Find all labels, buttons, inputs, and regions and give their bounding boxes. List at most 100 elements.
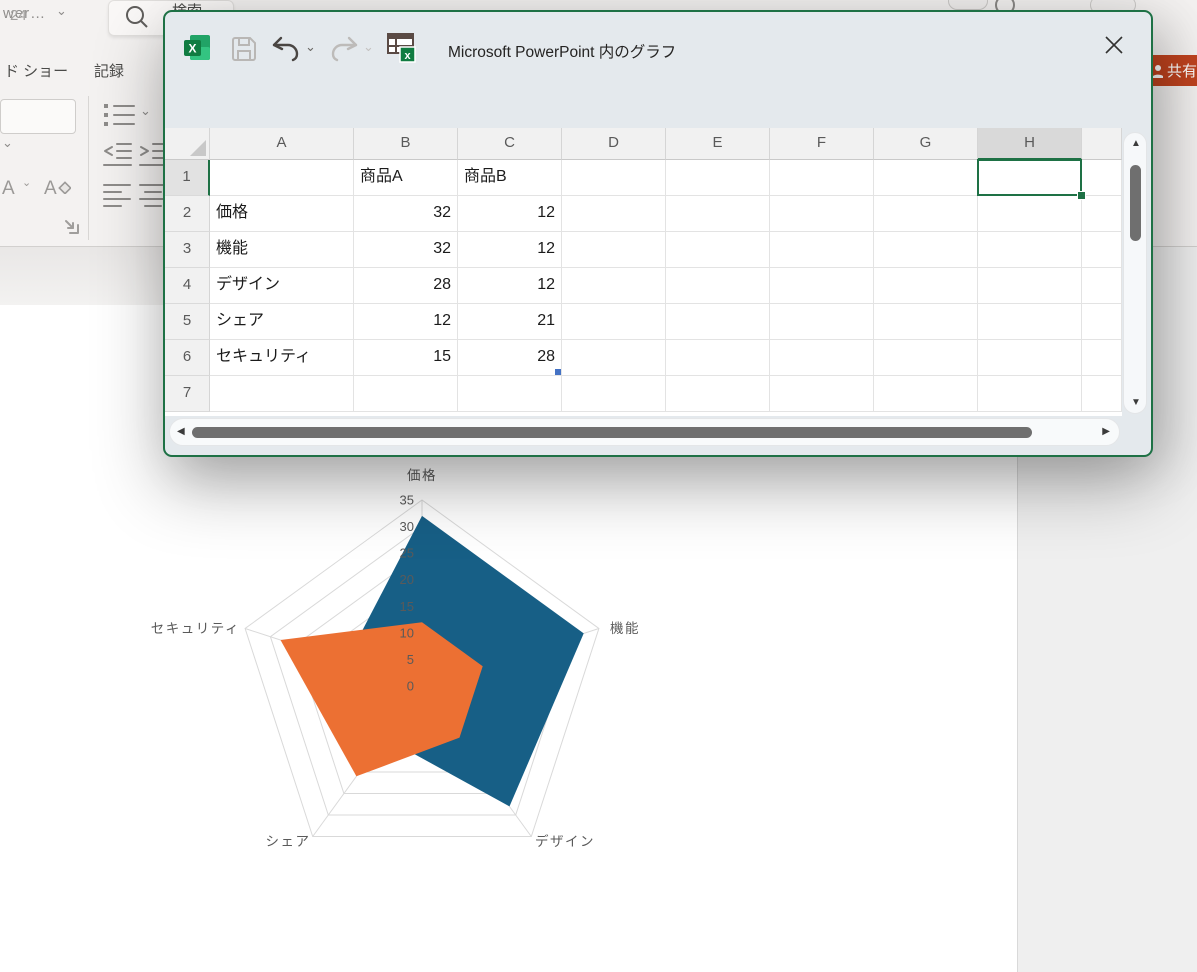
row-header-2[interactable]: 2 xyxy=(165,196,210,232)
cell-F3[interactable] xyxy=(770,232,874,268)
cell-D5[interactable] xyxy=(562,304,666,340)
cell-C5[interactable]: 21 xyxy=(458,304,562,340)
chevron-down-icon[interactable]: ⌄ xyxy=(140,106,151,116)
cell-H5[interactable] xyxy=(978,304,1082,340)
row-header-7[interactable]: 7 xyxy=(165,376,210,412)
cell-F5[interactable] xyxy=(770,304,874,340)
cell-G2[interactable] xyxy=(874,196,978,232)
tab-record[interactable]: 記録 xyxy=(94,60,124,81)
radar-chart[interactable]: 35302520151050価格機能デザインシェアセキュリティ xyxy=(140,450,660,880)
align-left-icon[interactable] xyxy=(103,183,133,207)
cell-A2[interactable]: 価格 xyxy=(210,196,354,232)
cell-A7[interactable] xyxy=(210,376,354,412)
column-header-C[interactable]: C xyxy=(458,128,562,160)
close-icon[interactable] xyxy=(1103,34,1125,56)
cell-E4[interactable] xyxy=(666,268,770,304)
cell-G4[interactable] xyxy=(874,268,978,304)
cell-B4[interactable]: 28 xyxy=(354,268,458,304)
decrease-indent-icon[interactable] xyxy=(103,141,133,167)
cell-F4[interactable] xyxy=(770,268,874,304)
tab-slideshow-fragment[interactable]: ド ショー xyxy=(4,60,68,81)
redo-icon[interactable] xyxy=(327,35,359,63)
scroll-left-arrow[interactable]: ◀ xyxy=(177,426,185,437)
cell-B2[interactable]: 32 xyxy=(354,196,458,232)
cell-D1[interactable] xyxy=(562,160,666,196)
change-case-button[interactable]: A xyxy=(2,178,15,200)
cell-D4[interactable] xyxy=(562,268,666,304)
column-header-H[interactable]: H xyxy=(978,128,1082,160)
cell-F1[interactable] xyxy=(770,160,874,196)
cell-A3[interactable]: 機能 xyxy=(210,232,354,268)
cell-D2[interactable] xyxy=(562,196,666,232)
selected-cell-outline[interactable] xyxy=(977,159,1082,196)
column-header-G[interactable]: G xyxy=(874,128,978,160)
undo-chevron-icon[interactable]: ⌄ xyxy=(305,42,316,52)
cell-C7[interactable] xyxy=(458,376,562,412)
dialog-launcher-icon[interactable] xyxy=(62,217,80,235)
cell-B5[interactable]: 12 xyxy=(354,304,458,340)
cell-B1[interactable]: 商品A xyxy=(354,160,458,196)
cell-E7[interactable] xyxy=(666,376,770,412)
cell-C4[interactable]: 12 xyxy=(458,268,562,304)
row-header-3[interactable]: 3 xyxy=(165,232,210,268)
cell-G7[interactable] xyxy=(874,376,978,412)
cell-H4[interactable] xyxy=(978,268,1082,304)
column-header-D[interactable]: D xyxy=(562,128,666,160)
cell-H2[interactable] xyxy=(978,196,1082,232)
clear-formatting-button[interactable]: A xyxy=(44,178,71,200)
column-header-F[interactable]: F xyxy=(770,128,874,160)
cell-D6[interactable] xyxy=(562,340,666,376)
scroll-up-arrow[interactable]: ▲ xyxy=(1131,138,1141,149)
cell-A1[interactable] xyxy=(210,160,354,196)
cell-C2[interactable]: 12 xyxy=(458,196,562,232)
cell-B7[interactable] xyxy=(354,376,458,412)
cell-E6[interactable] xyxy=(666,340,770,376)
cell-A5[interactable]: シェア xyxy=(210,304,354,340)
cell-E3[interactable] xyxy=(666,232,770,268)
scroll-right-arrow[interactable]: ▶ xyxy=(1102,426,1110,437)
font-size-combobox[interactable] xyxy=(0,99,76,134)
cell-C6[interactable]: 28 xyxy=(458,340,562,376)
cell-F2[interactable] xyxy=(770,196,874,232)
cell-G5[interactable] xyxy=(874,304,978,340)
select-all-corner[interactable] xyxy=(165,128,210,160)
undo-icon[interactable] xyxy=(271,35,303,63)
row-header-1[interactable]: 1 xyxy=(165,160,210,196)
column-header-B[interactable]: B xyxy=(354,128,458,160)
cell-F6[interactable] xyxy=(770,340,874,376)
cell-E2[interactable] xyxy=(666,196,770,232)
cell-E1[interactable] xyxy=(666,160,770,196)
chevron-down-icon[interactable]: ⌄ xyxy=(56,6,67,16)
column-header-E[interactable]: E xyxy=(666,128,770,160)
row-header-5[interactable]: 5 xyxy=(165,304,210,340)
vertical-scrollbar[interactable]: ▲ ▼ xyxy=(1123,132,1147,414)
row-header-6[interactable]: 6 xyxy=(165,340,210,376)
vertical-scrollbar-thumb[interactable] xyxy=(1130,165,1141,241)
cell-C1[interactable]: 商品B xyxy=(458,160,562,196)
cell-A4[interactable]: デザイン xyxy=(210,268,354,304)
save-icon[interactable] xyxy=(231,36,257,62)
chart-data-window[interactable]: X ⌄ ⌄ x Microsoft PowerPoint 内のグラフ xyxy=(163,10,1153,457)
cell-G3[interactable] xyxy=(874,232,978,268)
data-range-handle[interactable] xyxy=(555,369,561,375)
horizontal-scrollbar[interactable]: ◀ ▶ xyxy=(169,418,1120,446)
cell-F7[interactable] xyxy=(770,376,874,412)
cell-D3[interactable] xyxy=(562,232,666,268)
cell-B3[interactable]: 32 xyxy=(354,232,458,268)
scroll-down-arrow[interactable]: ▼ xyxy=(1131,397,1141,408)
spreadsheet-grid[interactable]: ABCDEFGH1商品A商品B2価格32123機能32124デザイン28125シ… xyxy=(165,128,1122,416)
cell-A6[interactable]: セキュリティ xyxy=(210,340,354,376)
edit-data-in-excel-icon[interactable]: x xyxy=(387,33,417,63)
cell-C3[interactable]: 12 xyxy=(458,232,562,268)
cell-D7[interactable] xyxy=(562,376,666,412)
chevron-down-icon[interactable]: ⌄ xyxy=(2,138,13,148)
share-button[interactable]: 共有 xyxy=(1146,55,1197,86)
bullet-list-icon[interactable] xyxy=(103,102,137,130)
row-header-4[interactable]: 4 xyxy=(165,268,210,304)
fill-handle[interactable] xyxy=(1077,191,1086,200)
horizontal-scrollbar-thumb[interactable] xyxy=(192,427,1032,438)
cell-G1[interactable] xyxy=(874,160,978,196)
cell-G6[interactable] xyxy=(874,340,978,376)
cell-H6[interactable] xyxy=(978,340,1082,376)
column-header-A[interactable]: A xyxy=(210,128,354,160)
